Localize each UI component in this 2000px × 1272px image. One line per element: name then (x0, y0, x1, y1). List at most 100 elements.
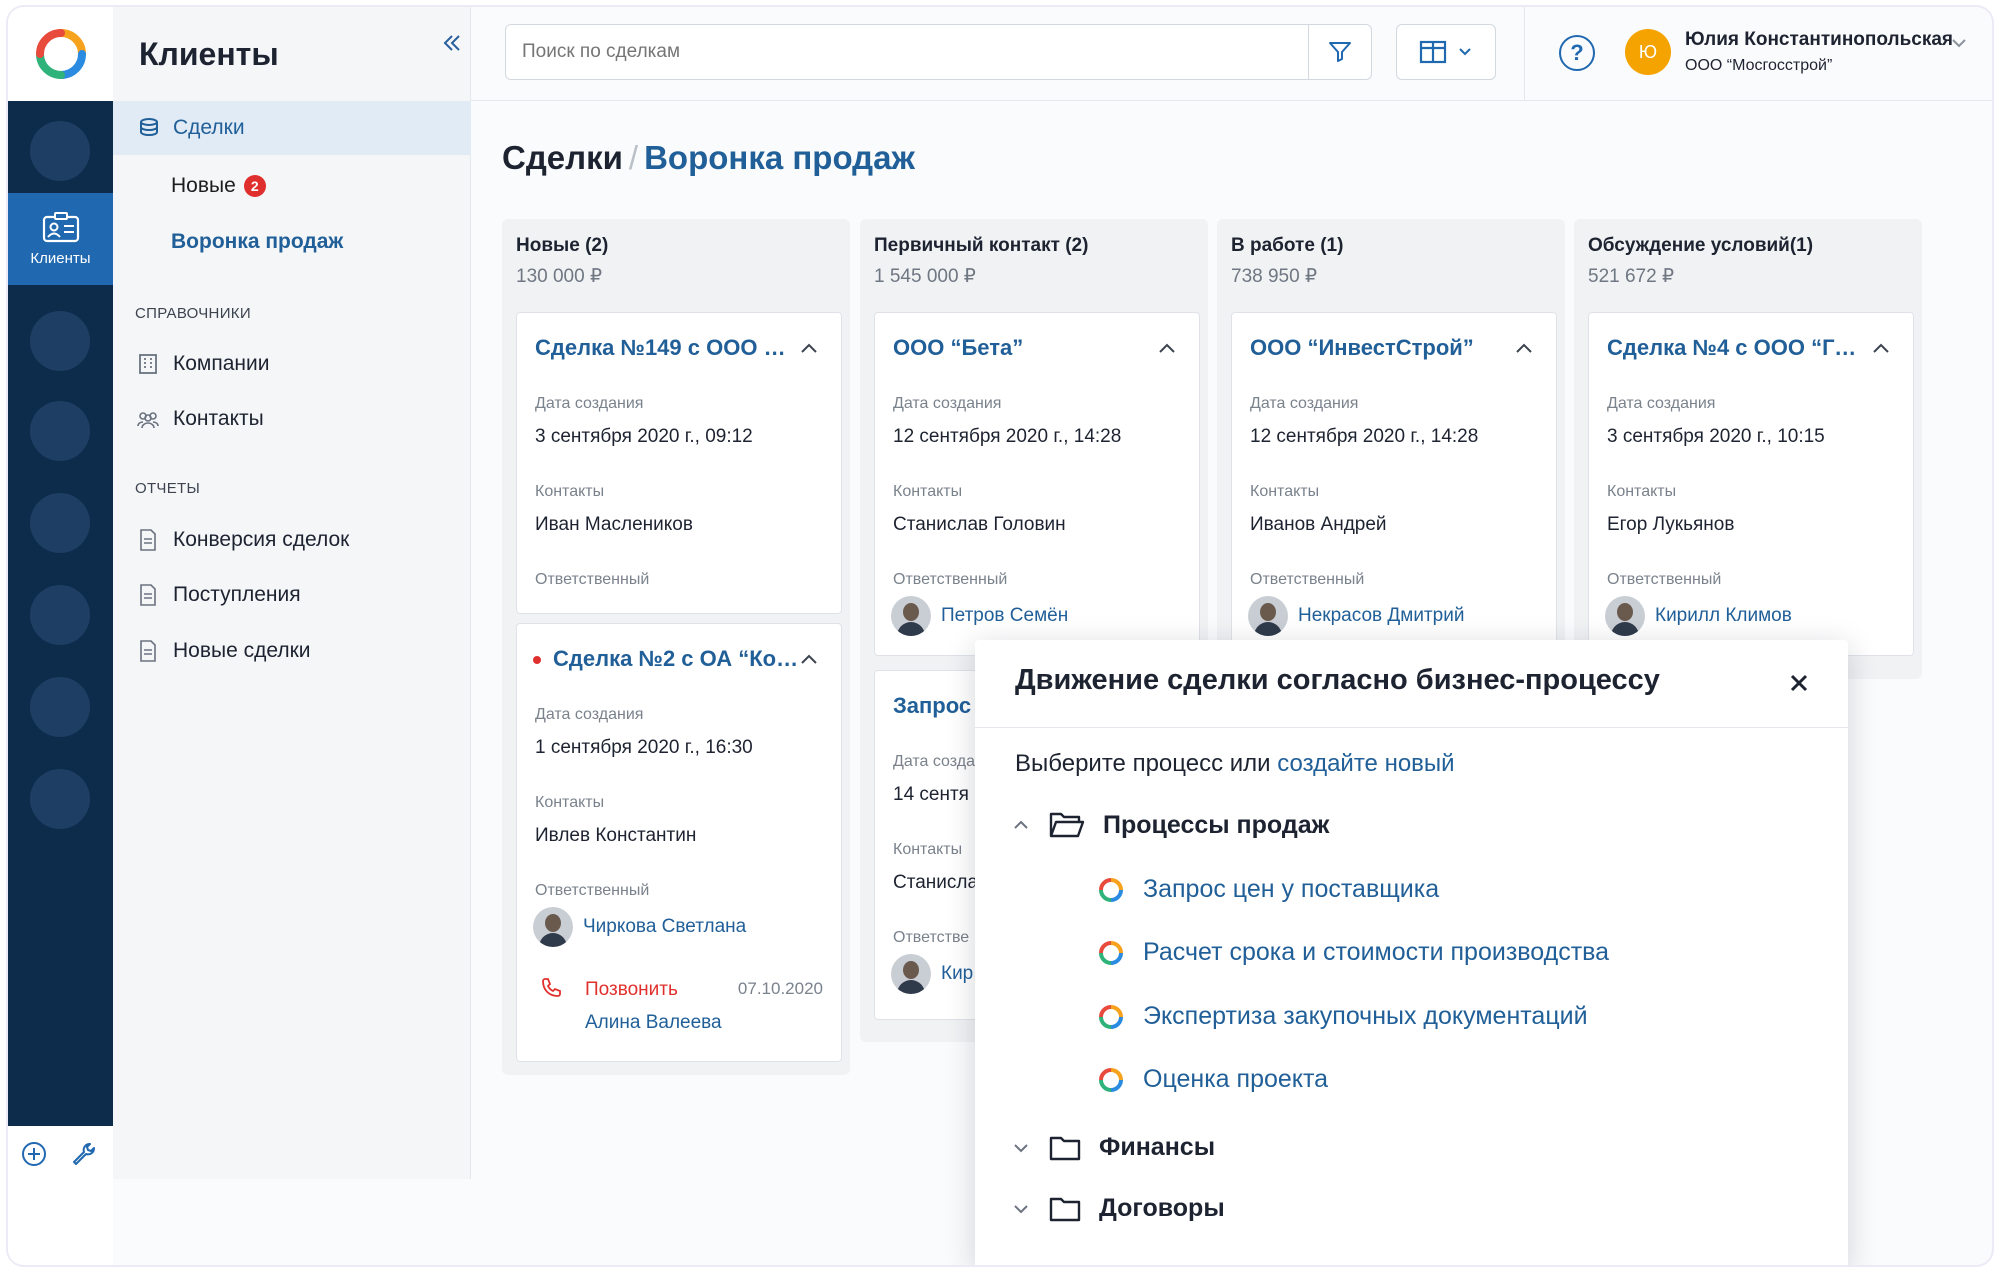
search-input[interactable] (505, 24, 1309, 80)
chevron-down-icon[interactable] (1949, 33, 1969, 53)
field-value: 3 сентября 2020 г., 09:12 (535, 426, 753, 447)
create-process-link[interactable]: создайте новый (1277, 750, 1454, 777)
module-clients[interactable]: Клиенты (8, 193, 113, 285)
deal-card[interactable]: Сделка №149 с ООО “Альфа” Дата создания … (516, 312, 842, 614)
group-sales-processes[interactable]: Процессы продаж (1011, 810, 1329, 840)
document-icon (135, 527, 161, 553)
unread-dot (533, 656, 541, 665)
document-icon (135, 638, 161, 664)
deal-title[interactable]: ООО “Бета” (893, 335, 1153, 361)
top-bar: ? Ю Юлия Константинопольская ООО “Мосгос… (471, 7, 1992, 101)
process-item[interactable]: Экспертиза закупочных документаций (1097, 1002, 1588, 1031)
wrench-icon[interactable] (70, 1140, 98, 1168)
close-icon[interactable] (1786, 670, 1812, 696)
user-name[interactable]: Юлия Константинопольская (1685, 29, 1953, 51)
field-label: Дата создания (535, 706, 644, 723)
sidebar-item-deals[interactable]: Сделки (113, 101, 471, 155)
sidebar-item-funnel[interactable]: Воронка продаж (113, 218, 471, 266)
group-finance[interactable]: Финансы (1011, 1133, 1215, 1162)
sidebar-item-label: Конверсия сделок (173, 528, 350, 551)
field-label: Контакты (1607, 483, 1677, 500)
field-value[interactable]: Иван Маслеников (535, 514, 693, 536)
process-modal: Движение сделки согласно бизнес-процессу… (975, 640, 1848, 1265)
process-logo-icon (1099, 1067, 1123, 1092)
sidebar-item-report-new-deals[interactable]: Новые сделки (113, 624, 471, 678)
process-item[interactable]: Оценка проекта (1097, 1065, 1328, 1094)
task-person[interactable]: Алина Валеева (585, 1012, 722, 1034)
field-value[interactable]: Иванов Андрей (1250, 514, 1387, 536)
chevron-up-icon[interactable] (1514, 339, 1534, 359)
chevron-up-icon[interactable] (1157, 339, 1177, 359)
app-logo[interactable] (8, 7, 113, 101)
avatar[interactable]: Ю (1625, 29, 1671, 75)
breadcrumb-root[interactable]: Сделки (502, 139, 623, 176)
process-logo-icon (1099, 877, 1123, 902)
module-placeholder-icon[interactable] (30, 401, 90, 461)
owner[interactable]: Кир (891, 954, 973, 994)
deal-title[interactable]: ООО “ИнвестСтрой” (1250, 335, 1510, 361)
field-value[interactable]: Станислав Головин (893, 514, 1066, 536)
field-value[interactable]: Ивлев Константин (535, 825, 696, 847)
owner[interactable]: Петров Семён (891, 596, 1068, 636)
sidebar-item-label: Контакты (173, 407, 264, 430)
process-label: Запрос цен у поставщика (1143, 875, 1440, 903)
field-label: Контакты (1250, 483, 1320, 500)
process-item[interactable]: Расчет срока и стоимости производства (1097, 938, 1609, 967)
task-title[interactable]: Позвонить (585, 979, 678, 1001)
module-placeholder-icon[interactable] (30, 121, 90, 181)
deal-card[interactable]: ООО “Бета” Дата создания 12 сентября 202… (874, 312, 1200, 656)
deal-card[interactable]: Сделка №2 с ОА “Ковчег” Дата создания 1 … (516, 623, 842, 1062)
owner[interactable]: Кирилл Климов (1605, 596, 1792, 636)
deal-card[interactable]: ООО “ИнвестСтрой” Дата создания 12 сентя… (1231, 312, 1557, 656)
logo-icon (35, 29, 86, 79)
owner-name: Кирилл Климов (1655, 605, 1792, 626)
process-item[interactable]: Запрос цен у поставщика (1097, 875, 1439, 904)
field-value: 14 сентя (893, 784, 969, 805)
sidebar-title: Клиенты (139, 35, 279, 72)
deal-title[interactable]: Сделка №2 с ОА “Ковчег” (533, 646, 803, 672)
owner[interactable]: Чиркова Светлана (533, 907, 746, 947)
chevron-up-icon[interactable] (799, 650, 819, 670)
chevron-up-icon[interactable] (1871, 339, 1891, 359)
sidebar-item-report-conversion[interactable]: Конверсия сделок (113, 513, 471, 567)
folder-icon (1049, 1136, 1081, 1160)
sidebar-item-report-income[interactable]: Поступления (113, 568, 471, 622)
owner-name: Петров Семён (941, 605, 1069, 626)
sidebar-item-label: Новые сделки (173, 639, 311, 662)
help-icon[interactable]: ? (1559, 35, 1595, 71)
field-value[interactable]: Станисла (893, 872, 978, 894)
module-placeholder-icon[interactable] (30, 677, 90, 737)
module-placeholder-icon[interactable] (30, 585, 90, 645)
field-label: Ответстве (893, 929, 970, 946)
deal-title[interactable]: Сделка №4 с ООО “Гамма” (1607, 335, 1867, 361)
field-label: Ответственный (535, 571, 650, 588)
id-card-icon (42, 211, 79, 242)
deal-title[interactable]: Сделка №149 с ООО “Альфа” (535, 335, 795, 361)
double-chevron-left-icon (443, 35, 460, 51)
module-placeholder-icon[interactable] (30, 769, 90, 829)
sidebar-item-label: Воронка продаж (171, 230, 344, 253)
group-contracts[interactable]: Договоры (1011, 1194, 1225, 1223)
field-value: 12 сентября 2020 г., 14:28 (893, 426, 1122, 447)
module-placeholder-icon[interactable] (30, 311, 90, 371)
sidebar-item-contacts[interactable]: Контакты (113, 392, 471, 446)
sidebar-item-label: Поступления (173, 583, 301, 606)
module-placeholder-icon[interactable] (30, 493, 90, 553)
avatar (891, 954, 931, 994)
sidebar-item-new[interactable]: Новые 2 (113, 162, 471, 210)
sidebar: Клиенты Сделки Новые 2 Воронка продаж СП… (113, 7, 471, 1179)
group-label: Договоры (1099, 1194, 1225, 1222)
user-org: ООО “Мосгосстрой” (1685, 57, 1833, 74)
building-icon (135, 351, 161, 377)
filter-button[interactable] (1308, 24, 1372, 80)
add-circle-icon[interactable] (20, 1140, 48, 1168)
chevron-down-icon (1459, 48, 1471, 56)
column-sum: 738 950 ₽ (1231, 266, 1318, 287)
sidebar-item-companies[interactable]: Компании (113, 337, 471, 391)
field-value[interactable]: Егор Лукьянов (1607, 514, 1734, 536)
chevron-up-icon[interactable] (799, 339, 819, 359)
collapse-sidebar-button[interactable] (438, 29, 466, 57)
owner[interactable]: Некрасов Дмитрий (1248, 596, 1464, 636)
view-mode-button[interactable] (1396, 24, 1496, 80)
deal-card[interactable]: Сделка №4 с ООО “Гамма” Дата создания 3 … (1588, 312, 1914, 656)
